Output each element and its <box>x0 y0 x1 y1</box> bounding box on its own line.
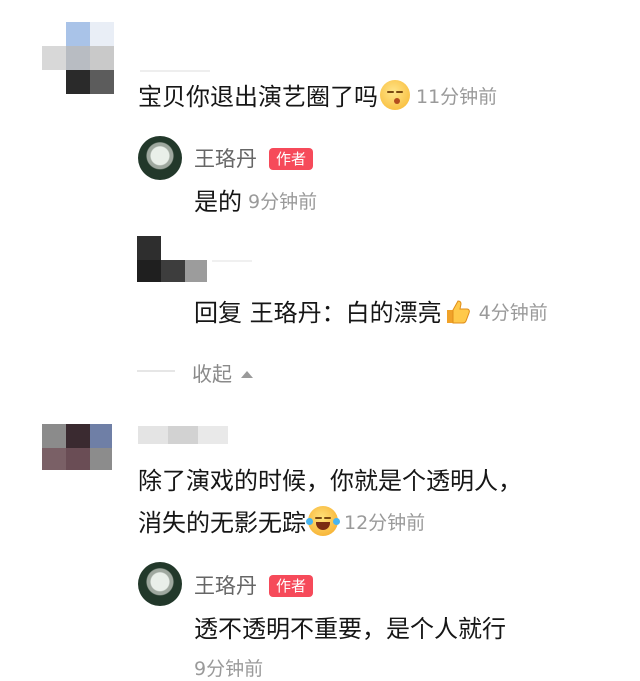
author-badge: 作者 <box>269 575 314 597</box>
comment-time: 12分钟前 <box>344 512 426 534</box>
avatar[interactable] <box>42 424 112 470</box>
laughing-tears-emoji <box>306 506 340 536</box>
kiss-face-emoji <box>380 80 410 110</box>
comment-text: 消失的无影无踪 12分钟前 <box>138 506 425 538</box>
thumbs-up-emoji <box>443 296 473 326</box>
triangle-up-icon <box>241 371 254 378</box>
reply-author[interactable]: 王珞丹 作者 <box>194 570 314 600</box>
username-placeholder <box>212 260 252 262</box>
username-placeholder <box>138 426 228 444</box>
reply-text: 回复 王珞丹：白的漂亮 4分钟前 <box>194 296 548 328</box>
reply-author[interactable]: 王珞丹 作者 <box>194 143 314 173</box>
author-avatar[interactable] <box>138 562 182 606</box>
author-avatar[interactable] <box>138 136 182 180</box>
reply-time: 9分钟前 <box>194 658 264 680</box>
avatar[interactable] <box>42 22 114 96</box>
reply-time: 4分钟前 <box>478 302 548 324</box>
username-placeholder <box>140 70 210 72</box>
reply-time: 9分钟前 <box>248 191 318 213</box>
comment-time: 11分钟前 <box>416 86 498 108</box>
collapse-button[interactable]: 收起 <box>192 358 254 387</box>
author-badge: 作者 <box>269 148 314 170</box>
collapse-divider <box>137 370 175 372</box>
avatar[interactable] <box>137 236 207 282</box>
comment-text: 宝贝你退出演艺圈了吗 11分钟前 <box>138 80 497 112</box>
reply-text: 是的 9分钟前 <box>194 188 318 216</box>
comment-text: 除了演戏的时候，你就是个透明人， <box>138 467 522 495</box>
reply-text: 透不透明不重要，是个人就行 <box>194 615 506 643</box>
